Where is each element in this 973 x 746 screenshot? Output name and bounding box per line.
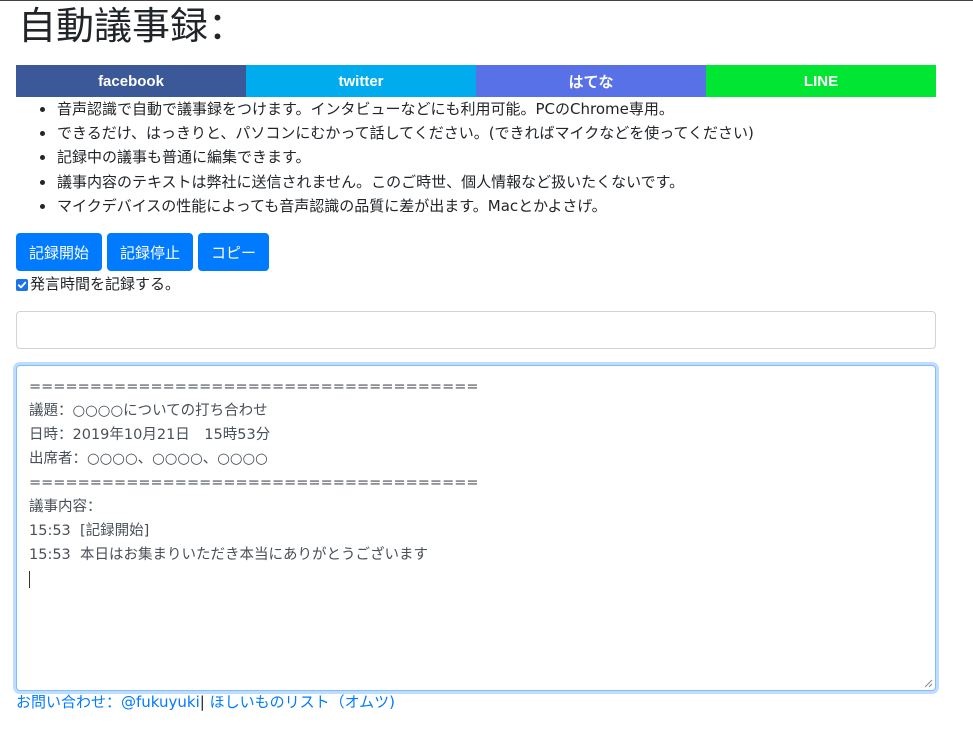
minutes-text: ===================================== 議題… <box>29 379 479 563</box>
text-caret <box>29 570 30 588</box>
share-twitter-button[interactable]: twitter <box>246 65 476 97</box>
page-title: 自動議事録： <box>18 4 247 48</box>
record-time-option[interactable]: 発言時間を記録する。 <box>16 273 180 295</box>
stop-recording-button[interactable]: 記録停止 <box>107 233 194 271</box>
share-hatena-button[interactable]: はてな <box>476 65 706 97</box>
record-time-checkbox[interactable] <box>16 279 28 291</box>
minutes-textarea[interactable]: ===================================== 議題… <box>16 365 936 691</box>
speech-result-input[interactable] <box>16 311 936 349</box>
resize-handle-icon[interactable] <box>924 679 933 688</box>
usage-note: 音声認識で自動で議事録をつけます。インタビューなどにも利用可能。PCのChrom… <box>56 97 754 121</box>
usage-notes-list: 音声認識で自動で議事録をつけます。インタビューなどにも利用可能。PCのChrom… <box>16 97 754 218</box>
action-buttons: 記録開始 記録停止 コピー <box>16 233 270 271</box>
copy-button[interactable]: コピー <box>198 233 270 271</box>
contact-label: お問い合わせ： <box>16 693 122 711</box>
share-facebook-button[interactable]: facebook <box>16 65 246 97</box>
share-line-button[interactable]: LINE <box>706 65 936 97</box>
usage-note: 議事内容のテキストは弊社に送信されません。このご時世、個人情報など扱いたくないで… <box>56 170 754 194</box>
start-recording-button[interactable]: 記録開始 <box>16 233 103 271</box>
usage-note: マイクデバイスの性能によっても音声認識の品質に差が出ます。Macとかよさげ。 <box>56 194 754 218</box>
share-bar: facebook twitter はてな LINE <box>16 65 936 97</box>
usage-note: できるだけ、はっきりと、パソコンにむかって話してください。(できればマイクなどを… <box>56 121 754 145</box>
record-time-label: 発言時間を記録する。 <box>30 275 181 293</box>
contact-link[interactable]: @fukuyuki <box>121 693 200 711</box>
footer: お問い合わせ：@fukuyuki| ほしいものリスト（オムツ) <box>16 691 395 713</box>
checkmark-icon <box>17 281 27 289</box>
wishlist-link[interactable]: ほしいものリスト（オムツ) <box>205 693 395 711</box>
usage-note: 記録中の議事も普通に編集できます。 <box>56 145 754 169</box>
